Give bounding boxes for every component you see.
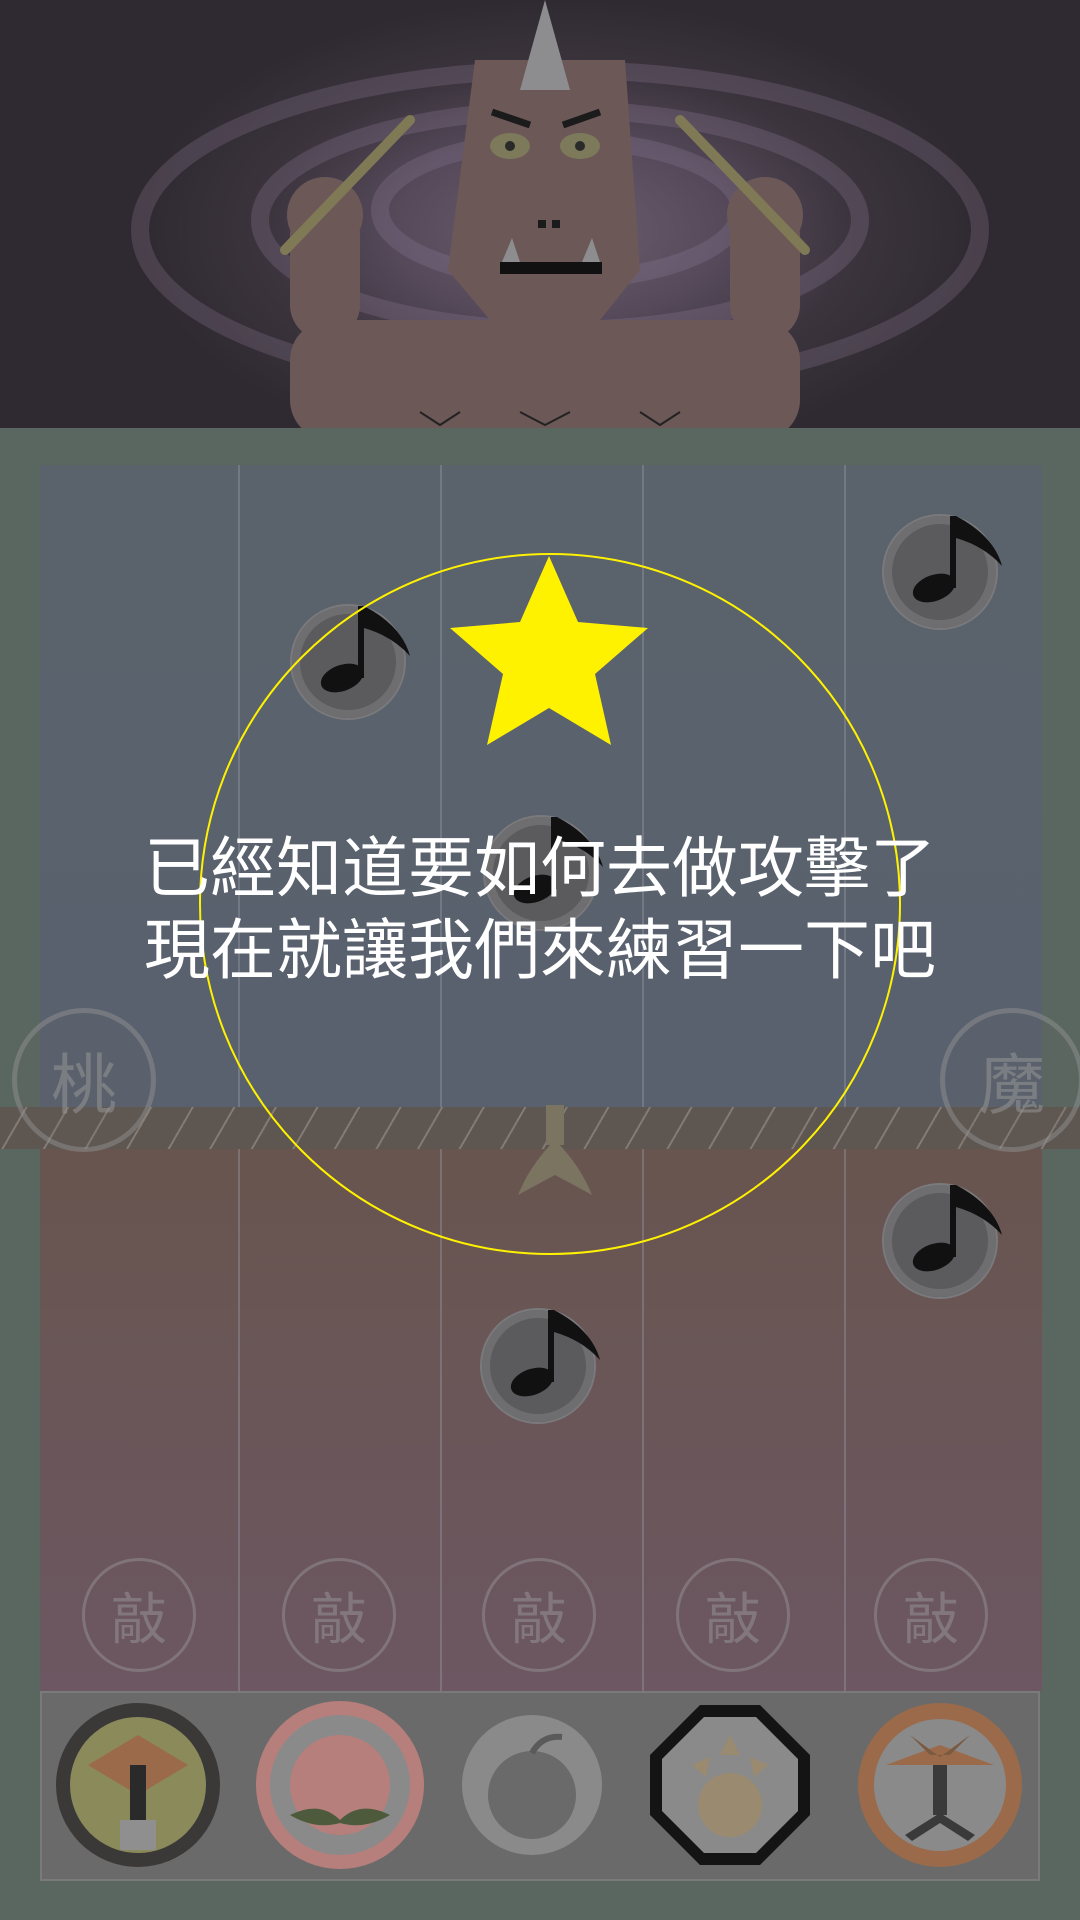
star-icon xyxy=(450,556,648,745)
hammer-shield-icon[interactable] xyxy=(48,1695,228,1875)
tutorial-line-1: 已經知道要如何去做攻擊了 xyxy=(144,830,936,907)
drum-stand-icon[interactable] xyxy=(850,1695,1030,1875)
tutorial-message: 已經知道要如何去做攻擊了 現在就讓我們來練習一下吧 xyxy=(120,828,960,992)
peach-icon[interactable] xyxy=(250,1695,430,1875)
bomb-icon[interactable] xyxy=(442,1695,622,1875)
octagon-spark-icon[interactable] xyxy=(640,1695,820,1875)
tutorial-line-2: 現在就讓我們來練習一下吧 xyxy=(144,912,936,989)
